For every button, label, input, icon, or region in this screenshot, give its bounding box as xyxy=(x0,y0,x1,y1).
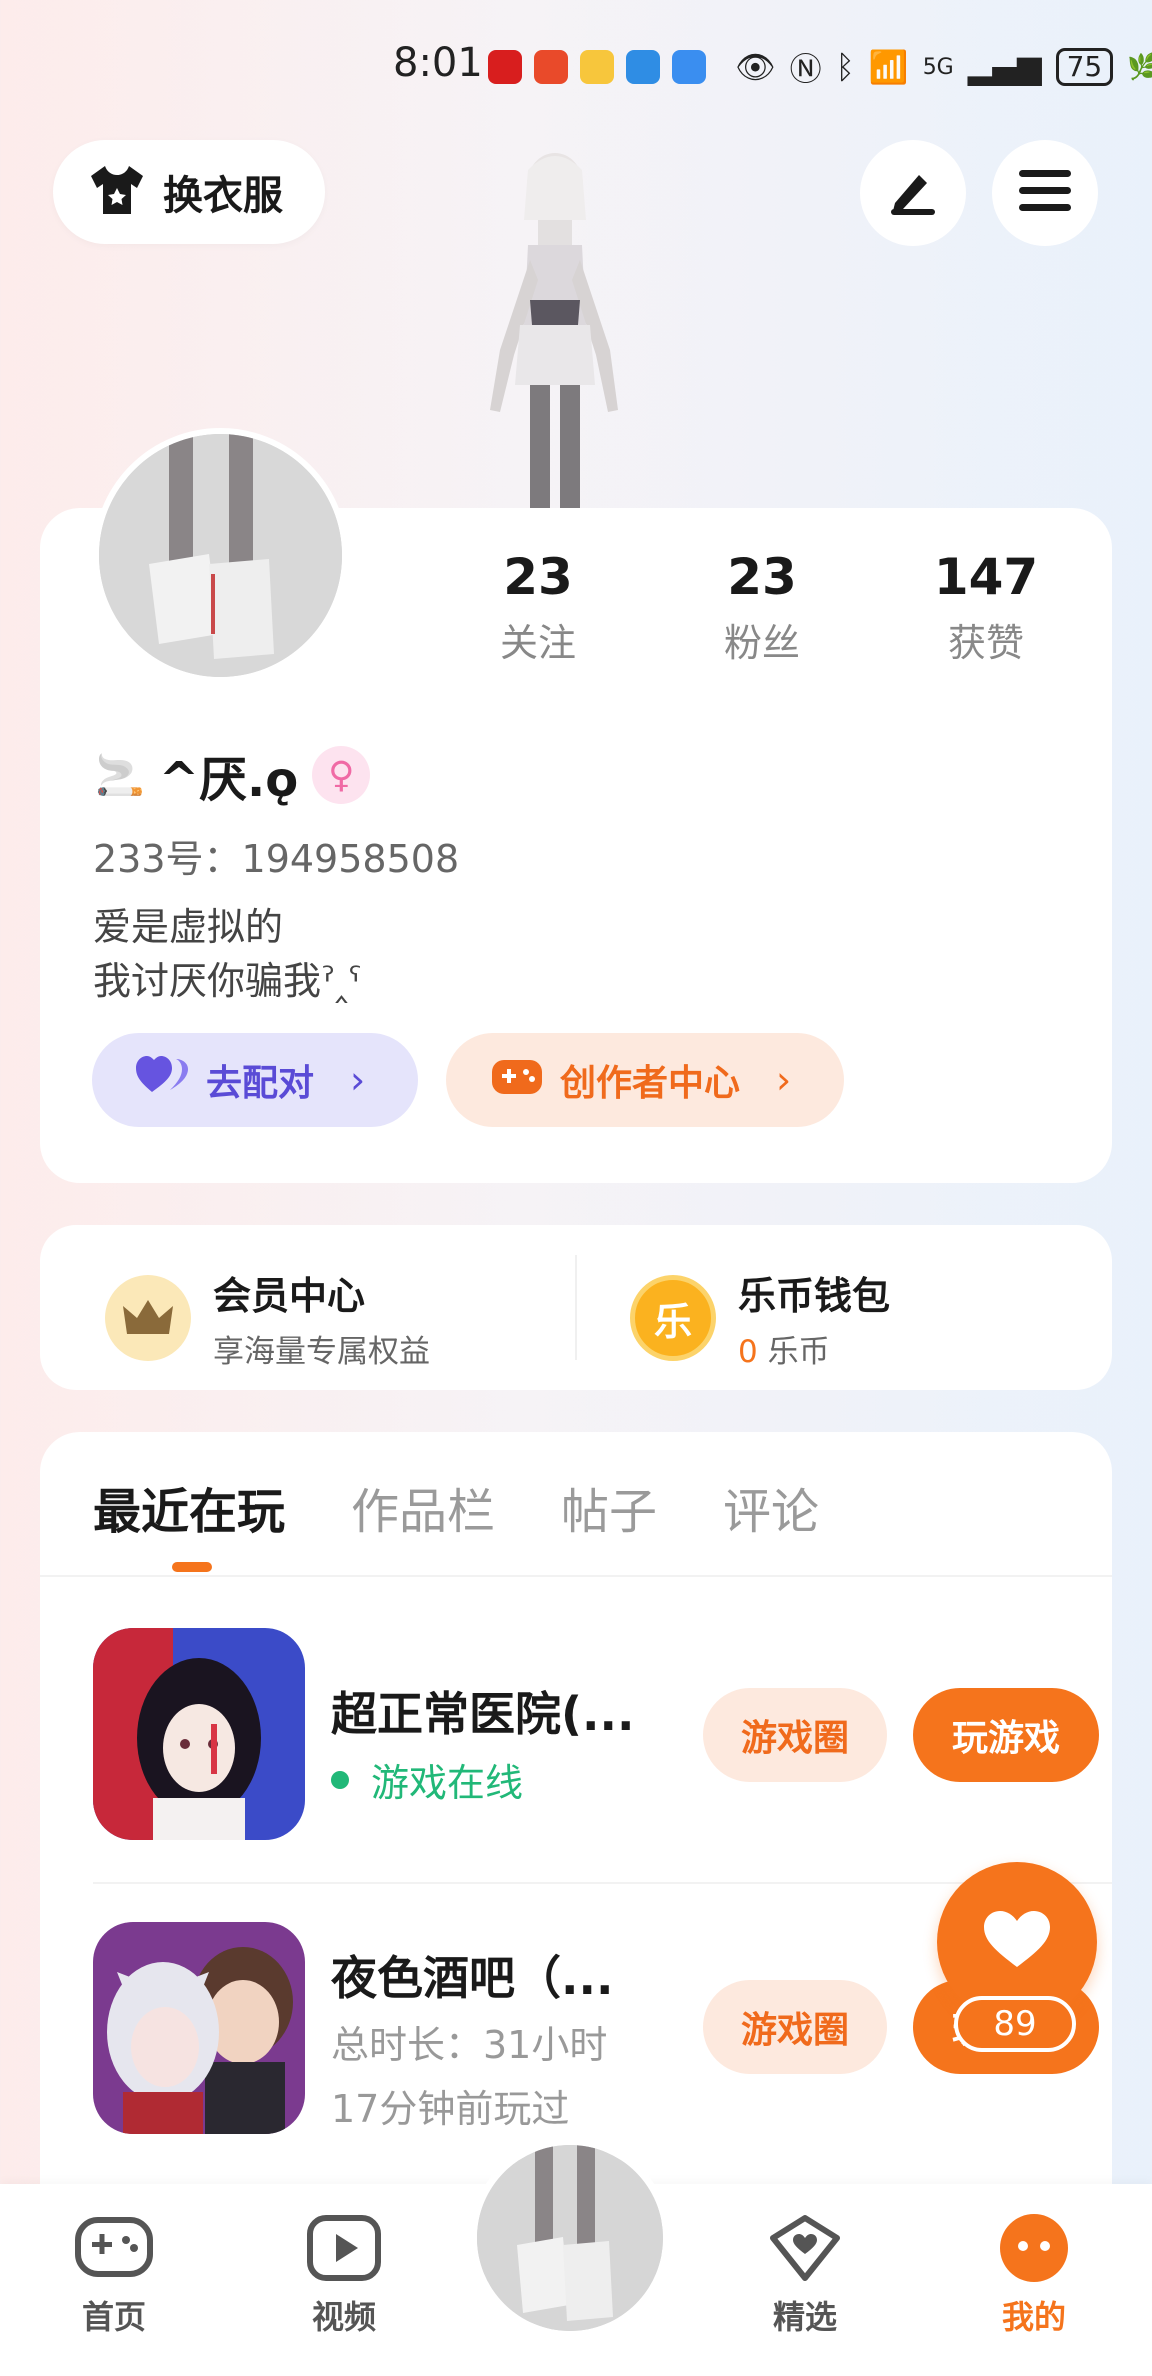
tab-comments[interactable]: 评论 xyxy=(723,1472,819,1542)
nav-video[interactable]: 视频 xyxy=(284,2214,404,2338)
vip-subtitle: 享海量专属权益 xyxy=(213,1334,430,1370)
network-label: 5G xyxy=(922,54,954,80)
signal-icon: ▂▄▆ xyxy=(967,48,1042,86)
avatar xyxy=(477,2145,663,2331)
nav-mine[interactable]: 我的 xyxy=(974,2214,1094,2338)
creator-center-button[interactable]: 创作者中心 › xyxy=(446,1033,844,1127)
game-icon xyxy=(93,1628,305,1840)
following-stat[interactable]: 23 关注 xyxy=(448,548,628,667)
game-circle-button[interactable]: 游戏圈 xyxy=(703,1688,887,1782)
play-duration: 总时长：31小时 xyxy=(331,2023,608,2067)
followers-count: 23 xyxy=(727,548,797,606)
creator-center-label: 创作者中心 xyxy=(560,1063,741,1104)
app-notification-icon xyxy=(534,50,568,84)
hearts-icon xyxy=(136,1055,188,1105)
following-count: 23 xyxy=(503,548,573,606)
user-name: ^厌.ǫ xyxy=(158,752,299,808)
divider xyxy=(575,1255,577,1360)
cigarette-emoji: 🚬 xyxy=(95,752,145,799)
chevron-right-icon: › xyxy=(776,1058,792,1102)
user-id[interactable]: 233号：194958508 xyxy=(93,828,459,883)
followers-label: 粉丝 xyxy=(723,621,800,665)
profile-tabs: 最近在玩 作品栏 帖子 评论 xyxy=(93,1472,819,1542)
divider xyxy=(93,1882,1112,1884)
nav-home-label: 首页 xyxy=(81,2298,146,2336)
change-outfit-button[interactable]: 换衣服 xyxy=(53,140,325,244)
game-circle-button[interactable]: 游戏圈 xyxy=(703,1980,887,2074)
status-icons: 👁 Ⓝ ᛒ 📶 5G ▂▄▆ 75 🌿 xyxy=(735,44,1152,90)
list-item[interactable]: 超正常医院(... 游戏在线 游戏圈 玩游戏 xyxy=(93,1628,1112,1878)
user-bio: 爱是虚拟的 我讨厌你骗我ˀ‸ˁ xyxy=(93,900,362,1008)
app-notification-icon xyxy=(488,50,522,84)
gamepad-icon xyxy=(74,2217,154,2286)
bluetooth-icon: ᛒ xyxy=(835,48,855,86)
change-outfit-label: 换衣服 xyxy=(163,173,283,219)
game-title: 超正常医院(... xyxy=(331,1687,635,1741)
nav-mine-label: 我的 xyxy=(1001,2298,1066,2336)
chevron-right-icon: › xyxy=(350,1058,366,1102)
heart-badge-icon xyxy=(765,2215,845,2286)
online-dot xyxy=(331,1770,349,1789)
shirt-icon xyxy=(87,162,147,222)
match-button[interactable]: 去配对 › xyxy=(92,1033,418,1127)
wallet-unit: 乐币 xyxy=(767,1334,830,1370)
menu-button[interactable] xyxy=(992,140,1098,246)
edit-button[interactable] xyxy=(860,140,966,246)
tab-posts[interactable]: 帖子 xyxy=(561,1472,657,1542)
tab-works[interactable]: 作品栏 xyxy=(351,1472,495,1542)
wallet[interactable]: 乐 乐币钱包 0 乐币 xyxy=(630,1265,890,1371)
wallet-title: 乐币钱包 xyxy=(738,1274,891,1318)
likes-label: 获赞 xyxy=(947,621,1024,665)
online-label: 游戏在线 xyxy=(371,1761,524,1805)
profile-face-icon xyxy=(996,2214,1072,2286)
coin-icon: 乐 xyxy=(630,1275,716,1361)
nav-video-label: 视频 xyxy=(311,2298,376,2336)
game-title: 夜色酒吧（... xyxy=(331,1951,614,2005)
vip-center[interactable]: 会员中心 享海量专属权益 xyxy=(105,1265,430,1371)
likes-stat[interactable]: 147 获赞 xyxy=(896,548,1076,667)
avatar-figure[interactable] xyxy=(460,150,650,510)
bio-line: 我讨厌你骗我ˀ‸ˁ xyxy=(93,959,362,1003)
last-played: 17分钟前玩过 xyxy=(331,2087,570,2131)
divider xyxy=(40,1575,1112,1577)
name-row: 🚬 ^厌.ǫ ♀ xyxy=(95,740,371,810)
female-icon: ♀ xyxy=(312,746,371,804)
wifi-icon: 📶 xyxy=(868,48,909,86)
pencil-icon xyxy=(885,163,941,223)
eye-icon: 👁 xyxy=(735,48,776,86)
nav-home[interactable]: 首页 xyxy=(54,2214,174,2338)
battery-indicator: 75 xyxy=(1055,48,1114,86)
crown-icon xyxy=(105,1275,191,1361)
app-notification-icon xyxy=(580,50,614,84)
nfc-icon: Ⓝ xyxy=(789,50,822,88)
tab-indicator xyxy=(172,1562,212,1572)
heart-icon xyxy=(984,1911,1050,1973)
gamepad-icon xyxy=(492,1056,542,1105)
cloud-icon xyxy=(672,50,706,84)
hamburger-icon xyxy=(1017,166,1073,220)
match-label: 去配对 xyxy=(206,1063,315,1104)
status-time: 8:01 xyxy=(393,40,483,86)
followers-stat[interactable]: 23 粉丝 xyxy=(672,548,852,667)
member-wallet-card: 会员中心 享海量专属权益 乐 乐币钱包 0 乐币 xyxy=(40,1225,1112,1390)
leaf-icon: 🌿 xyxy=(1127,52,1152,82)
nav-avatar-button[interactable] xyxy=(470,2138,670,2338)
following-label: 关注 xyxy=(499,621,576,665)
wallet-balance: 0 乐币 xyxy=(738,1326,890,1371)
likes-count: 147 xyxy=(933,548,1039,606)
nav-featured-label: 精选 xyxy=(772,2298,837,2336)
play-icon xyxy=(306,2215,382,2286)
online-status: 游戏在线 xyxy=(331,1752,523,1807)
vip-title: 会员中心 xyxy=(213,1274,366,1318)
like-count-badge: 89 xyxy=(954,1996,1076,2052)
avatar[interactable] xyxy=(93,428,348,683)
game-icon xyxy=(93,1922,305,2134)
play-game-button[interactable]: 玩游戏 xyxy=(913,1688,1099,1782)
status-bar: 8:01 👁 Ⓝ ᛒ 📶 5G ▂▄▆ 75 🌿 xyxy=(0,0,1152,130)
wallet-amount: 0 xyxy=(738,1334,758,1370)
tab-recent[interactable]: 最近在玩 xyxy=(93,1472,285,1542)
nav-featured[interactable]: 精选 xyxy=(745,2214,865,2338)
bio-line: 爱是虚拟的 xyxy=(93,905,284,949)
app-notification-icon xyxy=(626,50,660,84)
